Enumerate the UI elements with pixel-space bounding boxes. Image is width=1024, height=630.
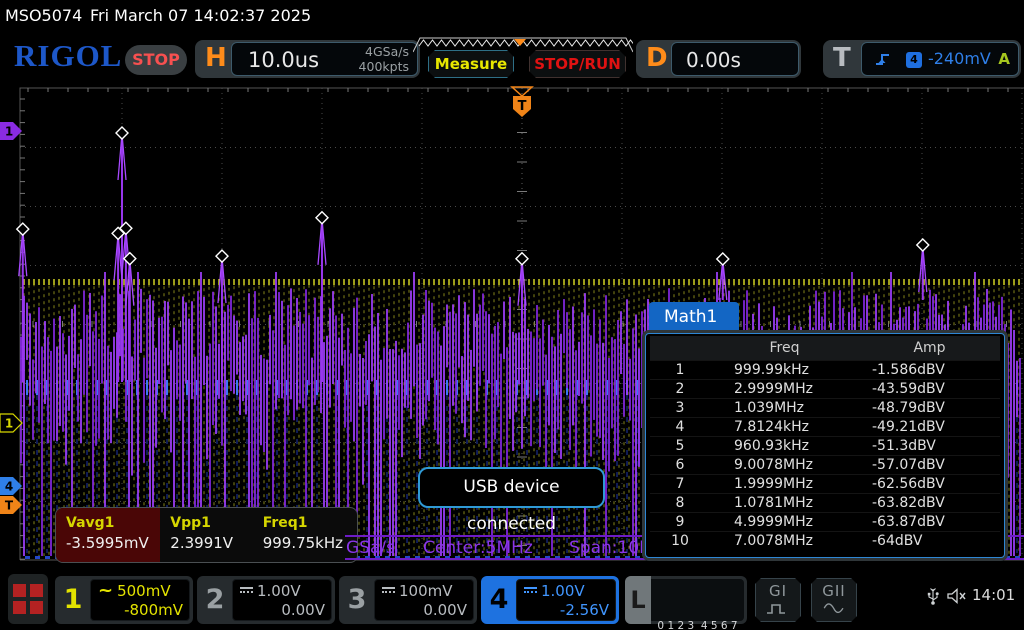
horizontal-panel[interactable]: H 10.0us 4GSa/s 400kpts	[195, 40, 420, 78]
trace-markers: 1 1 4 T T	[0, 87, 532, 514]
math-table-row: 71.9999MHz-62.56dBV	[650, 474, 1000, 493]
peak-diamond	[216, 250, 228, 262]
channel-number: 3	[339, 576, 375, 624]
channel-offset: -2.56V	[524, 601, 609, 621]
math-table-row: 69.0078MHz-57.07dBV	[650, 455, 1000, 474]
peak-diamond	[917, 239, 929, 251]
measurement-vpp1: Vpp12.3991V	[160, 508, 252, 562]
logic-digits: 0 1 2 3 4 5 6 7 8 9 1011 12131415	[651, 579, 744, 621]
peak-diamond	[17, 223, 29, 235]
math-table-header: Freq Amp	[650, 336, 1000, 360]
math-table-row: 94.9999MHz-63.87dBV	[650, 512, 1000, 531]
channel-offset: 0.00V	[240, 601, 325, 621]
math-results-window: Math1 Freq Amp 1999.99kHz-1.586dBV22.999…	[645, 300, 1005, 558]
model-name: MSO5074	[5, 6, 82, 25]
channel-2-block[interactable]: 2 1.00V 0.00V	[197, 576, 335, 624]
bottom-bar: 1 ~500mV -800mV 2 1.00V 0.00V 3 100mV 0.…	[0, 564, 1024, 630]
channel-number: 4	[481, 576, 517, 624]
channel-scale: 100mV	[399, 582, 453, 600]
svg-text:1: 1	[5, 417, 13, 431]
dc-coupling-icon	[240, 587, 253, 595]
svg-text:T: T	[5, 499, 14, 513]
channel-1-block[interactable]: 1 ~500mV -800mV	[55, 576, 193, 624]
sine-wave-icon	[820, 598, 848, 616]
speaker-muted-icon	[946, 586, 968, 606]
trigger-level-value: -240mV	[928, 49, 991, 68]
math-table-row: 1999.99kHz-1.586dBV	[650, 360, 1000, 379]
math-table-row: 81.0781MHz-63.82dBV	[650, 493, 1000, 512]
logic-label: L	[625, 576, 651, 624]
fft-sample-rate: GSa/s	[346, 538, 395, 558]
svg-text:4: 4	[5, 480, 13, 494]
channel-offset: 0.00V	[382, 601, 467, 621]
usb-toast: USB device connected	[418, 467, 605, 508]
generator-gi-button[interactable]: GI	[755, 578, 801, 622]
peak-diamond	[116, 127, 128, 139]
channel-scale: 1.00V	[257, 582, 301, 600]
trigger-panel[interactable]: T 4 -240mV A	[823, 40, 1021, 78]
clock: 14:01	[972, 586, 1015, 604]
peak-diamond	[316, 212, 328, 224]
dc-coupling-icon	[524, 587, 537, 595]
channel-scale: 1.00V	[541, 582, 585, 600]
trigger-source-badge: 4	[906, 52, 922, 68]
dc-coupling-icon	[382, 587, 395, 595]
menu-button[interactable]	[8, 574, 48, 624]
measurement-popup: Vavg1-3.5995mVVpp12.3991VFreq1999.75kHz	[55, 507, 358, 563]
channel-3-block[interactable]: 3 100mV 0.00V	[339, 576, 477, 624]
math-table-row: 22.9999MHz-43.59dBV	[650, 379, 1000, 398]
header-bar: RIGOL STOP H 10.0us 4GSa/s 400kpts Measu…	[0, 30, 1024, 84]
channel-4-block[interactable]: 4 1.00V -2.56V	[481, 576, 619, 624]
channel-number: 1	[55, 576, 91, 624]
generator-gii-button[interactable]: GII	[811, 578, 857, 622]
tab-math1[interactable]: Math1	[649, 302, 739, 333]
delay-value: 0.00s	[686, 48, 741, 72]
math-table-row: 31.039MHz-48.79dBV	[650, 398, 1000, 417]
oscilloscope-screen: 114TT GSa/s Center:5MHz Span:10M Vavg1-3…	[0, 0, 1024, 630]
column-freq: Freq	[710, 336, 860, 360]
math-table: Freq Amp 1999.99kHz-1.586dBV22.9999MHz-4…	[645, 333, 1005, 558]
delay-panel[interactable]: D 0.00s	[636, 40, 801, 78]
channel-scale: 500mV	[117, 582, 171, 600]
math-table-row: 107.0078MHz-64dBV	[650, 531, 1000, 550]
titlebar: MSO5074 Fri March 07 14:02:37 2025	[0, 0, 1024, 30]
peak-markers	[17, 127, 929, 265]
delay-label: D	[646, 43, 668, 73]
svg-text:1: 1	[5, 125, 13, 139]
usb-status-icon	[926, 586, 940, 606]
logic-channels-panel[interactable]: L 0 1 2 3 4 5 6 7 8 9 1011 12131415	[625, 576, 747, 624]
trigger-edge-icon	[874, 50, 894, 68]
channel-number: 2	[197, 576, 233, 624]
channel-offset: -800mV	[98, 601, 183, 621]
measurement-freq1: Freq1999.75kHz	[253, 508, 357, 562]
measure-button[interactable]: Measure	[428, 50, 514, 78]
ac-coupling-icon: ~	[98, 586, 113, 596]
svg-text:T: T	[518, 99, 527, 114]
peak-diamond	[516, 253, 528, 265]
usb-toast-text: USB device connected	[463, 477, 559, 534]
sample-rate-memdepth: 4GSa/s 400kpts	[359, 44, 409, 74]
trigger-mode: A	[998, 50, 1010, 68]
rigol-logo: RIGOL	[14, 38, 122, 74]
math-table-row: 47.8124kHz-49.21dBV	[650, 417, 1000, 436]
pulse-wave-icon	[764, 598, 792, 616]
stop-run-button[interactable]: STOP/RUN	[529, 50, 626, 78]
measurement-vavg1: Vavg1-3.5995mV	[56, 508, 160, 562]
datetime: Fri March 07 14:02:37 2025	[90, 6, 311, 25]
column-amp: Amp	[860, 336, 1000, 360]
peak-diamond	[717, 253, 729, 265]
fft-span: Span:10M	[569, 538, 654, 558]
horizontal-label: H	[205, 43, 227, 73]
timebase-value: 10.0us	[248, 48, 319, 72]
math-table-row: 5960.93kHz-51.3dBV	[650, 436, 1000, 455]
trigger-label: T	[833, 43, 851, 73]
run-state-badge: STOP	[125, 45, 187, 75]
